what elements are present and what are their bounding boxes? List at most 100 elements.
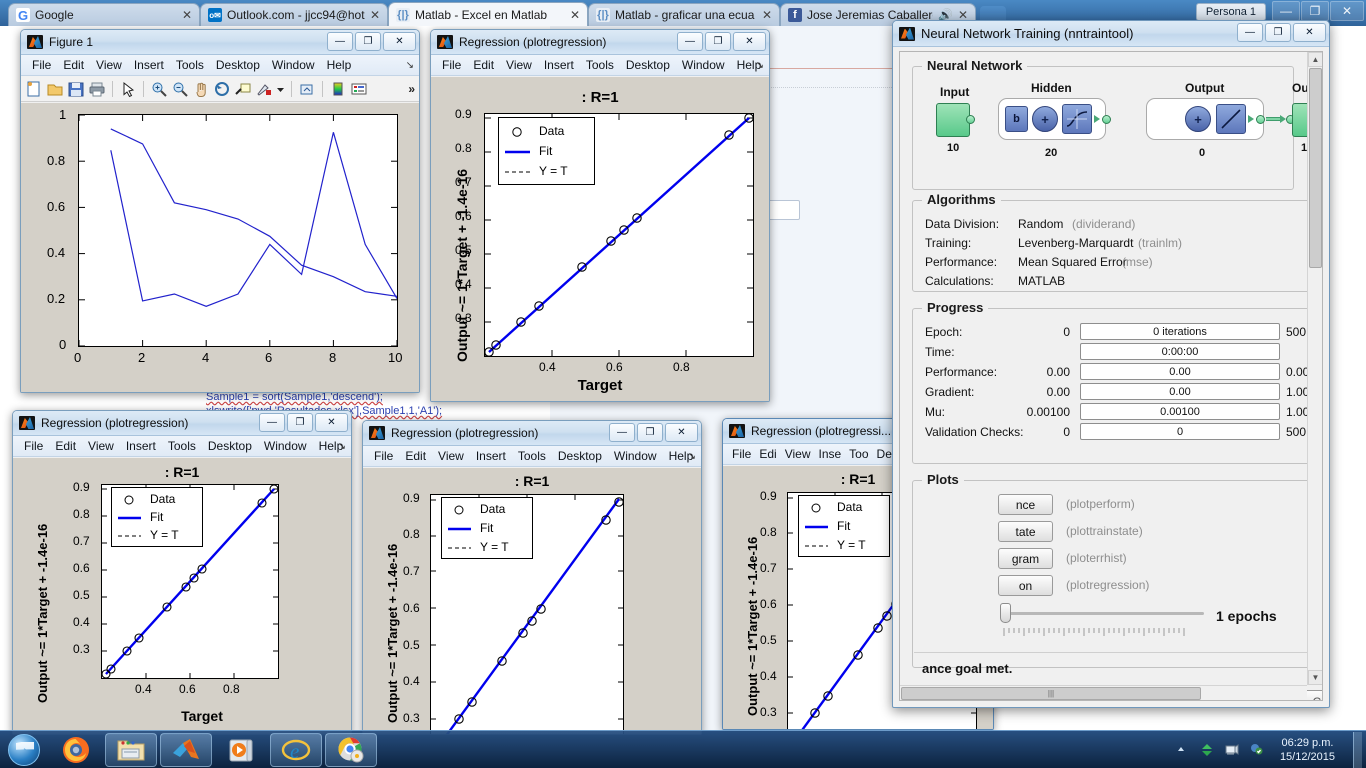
updates-icon[interactable] [1199,742,1215,758]
menu-insert[interactable]: Insert [128,57,170,73]
link-plot-icon[interactable] [298,80,316,98]
close-icon[interactable]: ✕ [762,8,772,22]
menu-overflow-icon[interactable]: ↘ [338,441,346,452]
close-icon[interactable]: ✕ [182,8,192,22]
maximize-icon[interactable]: ❐ [287,413,313,432]
menu-desktop[interactable]: Desktop [202,438,258,454]
menu-edit[interactable]: Edit [467,57,500,73]
network-icon[interactable] [1224,742,1240,758]
menu-tools[interactable]: Too [845,446,872,462]
close-icon[interactable]: ✕ [733,32,766,51]
minimize-icon[interactable]: — [677,32,703,51]
menu-edit[interactable]: Edit [399,448,432,464]
show-hidden-icons-icon[interactable] [1174,742,1190,758]
regression-titlebar-1[interactable]: Regression (plotregression) — ❐ ✕ [431,30,769,55]
scroll-down-icon[interactable]: ▼ [1308,670,1322,685]
print-icon[interactable] [88,80,106,98]
maximize-icon[interactable]: ❐ [1301,1,1329,21]
menu-desktop[interactable]: Desktop [210,57,266,73]
new-figure-icon[interactable] [25,80,43,98]
legend-icon[interactable] [350,80,368,98]
close-icon[interactable]: ✕ [315,413,348,432]
regression-window-1[interactable]: Regression (plotregression) — ❐ ✕ File E… [430,29,770,402]
start-button[interactable] [1,732,47,768]
data-cursor-icon[interactable] [234,80,252,98]
close-icon[interactable]: ✕ [1293,23,1326,42]
browser-tab-matlab-excel[interactable]: {|} Matlab - Excel en Matlab ✕ [388,2,588,26]
menu-file[interactable]: Filе [728,446,755,462]
menu-overflow-icon[interactable]: ↘ [756,60,764,71]
taskbar-item-internet-explorer[interactable]: e [270,732,322,767]
menu-edit[interactable]: Edit [49,438,82,454]
regression-window-2[interactable]: Regression (plotregression) — ❐ ✕ File E… [12,410,352,735]
taskbar-item-matlab[interactable] [160,732,212,767]
taskbar-item-firefox[interactable] [50,733,102,767]
menu-desktop[interactable]: Desktop [620,57,676,73]
plot-performance-button[interactable]: nce [998,494,1053,515]
figure1-titlebar[interactable]: Figure 1 — ❐ ✕ [21,30,419,55]
menu-view[interactable]: View [432,448,470,464]
menu-insert[interactable]: Inse [814,446,845,462]
menu-view[interactable]: View [82,438,120,454]
close-icon[interactable]: ✕ [1330,1,1364,21]
pointer-icon[interactable] [119,80,137,98]
regression-window-3[interactable]: Regression (plotregression) — ❐ ✕ File E… [362,420,702,735]
maximize-icon[interactable]: ❐ [705,32,731,51]
menu-file[interactable]: File [368,448,399,464]
close-icon[interactable]: ✕ [665,423,698,442]
maximize-icon[interactable]: ❐ [1265,23,1291,42]
dropdown-arrow-icon[interactable] [276,80,285,98]
browser-tab-google[interactable]: G Google ✕ [8,3,200,26]
menu-window[interactable]: Window [258,438,313,454]
menu-view[interactable]: View [781,446,815,462]
show-desktop-button[interactable] [1353,731,1362,768]
toolbar-overflow-icon[interactable]: » [408,82,415,96]
plot-interval-slider-thumb[interactable] [1000,603,1011,623]
rotate-3d-icon[interactable] [213,80,231,98]
minimize-icon[interactable]: — [259,413,285,432]
menu-help[interactable]: Help [321,57,358,73]
menu-overflow-icon[interactable]: ↘ [688,451,696,462]
taskbar-item-chrome[interactable] [325,732,377,767]
regression-titlebar-3[interactable]: Regression (plotregression) — ❐ ✕ [363,421,701,446]
menu-file[interactable]: File [26,57,57,73]
vertical-scroll-thumb[interactable] [1309,68,1322,268]
regression-titlebar-2[interactable]: Regression (plotregression) — ❐ ✕ [13,411,351,436]
menu-file[interactable]: File [18,438,49,454]
menu-overflow-icon[interactable]: ↘ [406,60,414,71]
menu-tools[interactable]: Tools [170,57,210,73]
save-icon[interactable] [67,80,85,98]
menu-tools[interactable]: Tools [162,438,202,454]
menu-insert[interactable]: Insert [120,438,162,454]
close-icon[interactable]: ✕ [570,8,580,22]
minimize-icon[interactable]: — [609,423,635,442]
menu-tools[interactable]: Tools [580,57,620,73]
menu-file[interactable]: File [436,57,467,73]
menu-tools[interactable]: Tools [512,448,552,464]
minimize-icon[interactable]: — [327,32,353,51]
plot-trainstate-button[interactable]: tate [998,521,1053,542]
nntraintool-window[interactable]: Neural Network Training (nntraintool) — … [892,20,1330,708]
plot-interval-slider-track[interactable] [1004,612,1204,615]
browser-tab-outlook[interactable]: o✉ Outlook.com - jjcc94@hot ✕ [200,3,388,26]
nntraintool-horizontal-scrollbar[interactable]: ||| [900,685,1307,700]
brush-icon[interactable] [255,80,273,98]
security-icon[interactable] [1249,742,1265,758]
horizontal-scroll-thumb[interactable]: ||| [901,687,1201,700]
close-icon[interactable]: ✕ [370,8,380,22]
plot-regression-button[interactable]: on [998,575,1053,596]
menu-window[interactable]: Window [676,57,731,73]
menu-insert[interactable]: Insert [538,57,580,73]
maximize-icon[interactable]: ❐ [637,423,663,442]
close-icon[interactable]: ✕ [383,32,416,51]
menu-window[interactable]: Window [266,57,321,73]
zoom-in-icon[interactable] [150,80,168,98]
persona-button[interactable]: Persona 1 [1195,3,1266,21]
zoom-out-icon[interactable] [171,80,189,98]
taskbar-item-media-player[interactable] [215,733,267,767]
scroll-up-icon[interactable]: ▲ [1308,52,1322,67]
menu-insert[interactable]: Insert [470,448,512,464]
open-file-icon[interactable] [46,80,64,98]
minimize-icon[interactable]: — [1237,23,1263,42]
figure1-window[interactable]: Figure 1 — ❐ ✕ File Edit View Insert Too… [20,29,420,393]
